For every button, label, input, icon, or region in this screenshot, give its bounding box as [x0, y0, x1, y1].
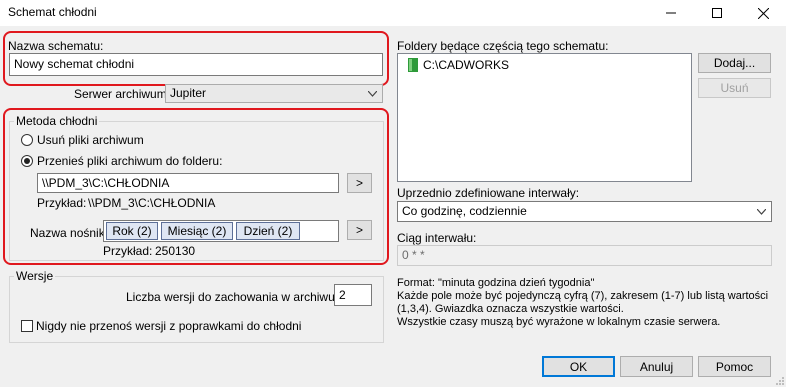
media-example-label: Przykład:: [103, 244, 153, 258]
close-button[interactable]: [740, 0, 786, 26]
media-chip-day[interactable]: Dzień (2): [236, 222, 300, 240]
maximize-button[interactable]: [694, 0, 740, 26]
remove-folder-button[interactable]: Usuń: [698, 78, 771, 98]
folder-list-item[interactable]: C:\CADWORKS: [408, 58, 509, 72]
media-name-button[interactable]: >: [347, 220, 372, 240]
intervals-label: Uprzednio zdefiniowane interwały:: [397, 186, 580, 200]
move-option-radio[interactable]: [21, 155, 33, 167]
chevron-down-icon: [368, 91, 377, 97]
archive-folder-input[interactable]: \\PDM_3\C:\CHŁODNIA: [37, 173, 339, 193]
interval-string-input[interactable]: 0 * *: [397, 245, 772, 266]
folder-example-value: \\PDM_3\C:\CHŁODNIA: [88, 196, 216, 210]
chevron-down-icon: [757, 209, 766, 215]
archive-server-value: Jupiter: [170, 86, 207, 100]
help-button[interactable]: Pomoc: [698, 356, 771, 377]
ok-button[interactable]: OK: [542, 356, 615, 377]
add-folder-button[interactable]: Dodaj...: [698, 53, 771, 73]
format-line: (1,3,4). Gwiazdka oznacza wszystkie wart…: [397, 303, 624, 315]
move-option-label: Przenieś pliki archiwum do folderu:: [37, 154, 223, 168]
resize-grip-icon[interactable]: [774, 375, 785, 386]
versions-legend: Wersje: [14, 269, 56, 283]
format-line: Każde pole może być pojedynczą cyfrą (7)…: [397, 290, 769, 302]
interval-string-label: Ciąg interwału:: [397, 231, 477, 245]
maximize-icon: [712, 8, 722, 18]
archive-server-select[interactable]: Jupiter: [165, 84, 383, 103]
media-example-value: 250130: [155, 244, 196, 258]
never-move-label: Nigdy nie przenoś wersji z poprawkami do…: [36, 319, 302, 333]
format-line: Wszystkie czasy muszą być wyrażone w lok…: [397, 316, 721, 328]
media-chip-month[interactable]: Miesiąc (2): [161, 222, 233, 240]
folder-icon: [408, 58, 418, 72]
minimize-button[interactable]: [648, 0, 694, 26]
delete-option-label: Usuń pliki archiwum: [37, 133, 144, 147]
versions-keep-input[interactable]: 2: [334, 284, 372, 306]
folder-example-label: Przykład:: [37, 196, 87, 210]
interval-format-help: Format: "minuta godzina dzień tygodnia" …: [397, 277, 768, 329]
versions-keep-label: Liczba wersji do zachowania w archiwum:: [126, 290, 349, 304]
archive-server-label: Serwer archiwum:: [74, 87, 171, 101]
folders-list[interactable]: C:\CADWORKS: [397, 53, 692, 182]
media-chip-year[interactable]: Rok (2): [106, 222, 158, 240]
scheme-name-input[interactable]: Nowy schemat chłodni: [9, 53, 383, 76]
intervals-value: Co godzinę, codziennie: [402, 204, 527, 218]
media-name-label: Nazwa nośnika:: [30, 226, 115, 240]
close-icon: [757, 7, 769, 19]
cancel-button[interactable]: Anuluj: [620, 356, 693, 377]
format-line: Format: "minuta godzina dzień tygodnia": [397, 277, 595, 289]
delete-option-radio[interactable]: [21, 134, 33, 146]
never-move-checkbox[interactable]: [21, 320, 33, 332]
intervals-select[interactable]: Co godzinę, codziennie: [397, 201, 772, 222]
folder-browse-button[interactable]: >: [347, 173, 372, 193]
cold-method-legend: Metoda chłodni: [14, 114, 100, 128]
folders-label: Foldery będące częścią tego schematu:: [397, 39, 609, 53]
scheme-name-label: Nazwa schematu:: [8, 39, 104, 53]
folder-item-label: C:\CADWORKS: [423, 58, 510, 72]
minimize-icon: [666, 12, 676, 14]
window-title: Schemat chłodni: [8, 5, 97, 19]
